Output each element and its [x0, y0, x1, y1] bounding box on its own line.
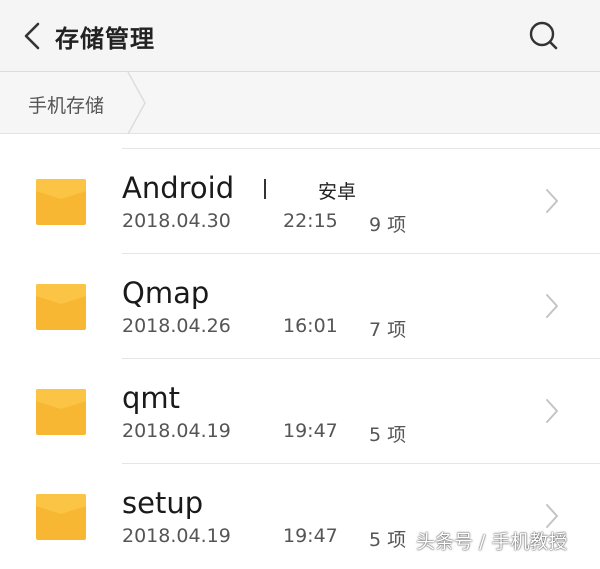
folder-icon: [36, 389, 86, 435]
folder-date: 2018.04.19: [122, 525, 231, 547]
folder-name: qmt: [122, 381, 181, 415]
folder-row-qmt[interactable]: qmt 2018.04.19 19:47 5 项: [0, 359, 600, 464]
folder-time: 22:15: [283, 210, 338, 232]
app-header: 存储管理: [0, 0, 600, 72]
folder-time: 16:01: [283, 315, 338, 337]
back-button[interactable]: [18, 16, 50, 56]
watermark-text: 头条号 / 手机教授: [416, 531, 568, 553]
search-button[interactable]: [524, 16, 564, 56]
folder-item-count: 5 项: [369, 424, 407, 446]
folder-item-count: 5 项: [369, 529, 407, 551]
chevron-right-icon: [546, 294, 558, 318]
folder-alias: 安卓: [318, 181, 357, 203]
folder-icon: [36, 284, 86, 330]
folder-row-qmap[interactable]: Qmap 2018.04.26 16:01 7 项: [0, 254, 600, 359]
folder-time: 19:47: [283, 420, 338, 442]
chevron-right-icon: [546, 189, 558, 213]
folder-name: Qmap: [122, 276, 210, 310]
folder-item-count: 7 项: [369, 319, 407, 341]
chevron-left-icon: [24, 22, 40, 50]
folder-item-count: 9 项: [369, 214, 407, 236]
folder-date: 2018.04.19: [122, 420, 231, 442]
folder-name: Android: [122, 171, 235, 205]
name-separator: [264, 179, 266, 199]
page-title: 存储管理: [55, 25, 155, 53]
folder-date: 2018.04.30: [122, 210, 231, 232]
folder-row-android[interactable]: Android 安卓 2018.04.30 22:15 9 项: [0, 149, 600, 254]
breadcrumb-item-phone-storage[interactable]: 手机存储: [28, 91, 104, 118]
search-icon: [529, 21, 558, 50]
folder-date: 2018.04.26: [122, 315, 231, 337]
breadcrumb: 手机存储: [0, 72, 600, 134]
folder-time: 19:47: [283, 525, 338, 547]
chevron-right-icon: [546, 399, 558, 423]
breadcrumb-separator-icon: [127, 72, 146, 134]
folder-icon: [36, 494, 86, 540]
folder-icon: [36, 179, 86, 225]
folder-name: setup: [122, 486, 204, 520]
